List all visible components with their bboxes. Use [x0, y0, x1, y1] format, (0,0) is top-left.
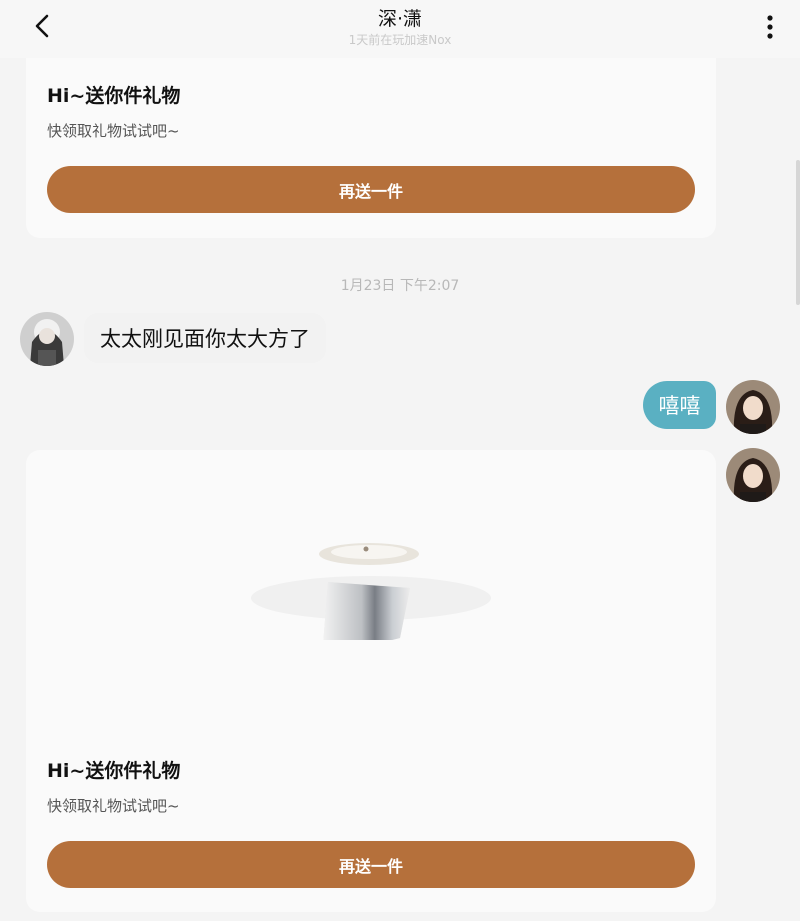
- my-avatar-image: [726, 448, 780, 502]
- gift-card-description: 快领取礼物试试吧~: [47, 797, 180, 815]
- chat-header: 深·潇 1天前在玩加速Nox: [0, 0, 800, 58]
- my-avatar[interactable]: [726, 380, 780, 434]
- message-timestamp: 1月23日 下午2:07: [340, 278, 460, 294]
- contact-avatar[interactable]: [20, 312, 74, 366]
- contact-avatar-image: [20, 312, 74, 366]
- send-another-gift-button[interactable]: 再送一件: [47, 166, 695, 213]
- gift-card-title: Hi~送你件礼物: [47, 760, 181, 782]
- chat-subtitle: 1天前在玩加速Nox: [348, 33, 452, 47]
- gift-card-description: 快领取礼物试试吧~: [47, 122, 180, 140]
- more-options-button[interactable]: [758, 10, 782, 44]
- gift-card-bottom[interactable]: Hi~送你件礼物 快领取礼物试试吧~ 再送一件: [26, 450, 716, 912]
- my-avatar[interactable]: [726, 448, 780, 502]
- gift-item-image: [251, 543, 491, 640]
- send-another-gift-button[interactable]: 再送一件: [47, 841, 695, 888]
- my-avatar-image: [726, 380, 780, 434]
- chat-title: 深·潇: [377, 8, 423, 30]
- gift-card-top: Hi~送你件礼物 快领取礼物试试吧~ 再送一件: [26, 40, 716, 238]
- outgoing-message-bubble[interactable]: 嘻嘻: [643, 381, 716, 429]
- gift-card-title: Hi~送你件礼物: [47, 85, 181, 107]
- incoming-message-bubble[interactable]: 太太刚见面你太大方了: [84, 313, 326, 363]
- vertical-dots-icon: [767, 15, 773, 39]
